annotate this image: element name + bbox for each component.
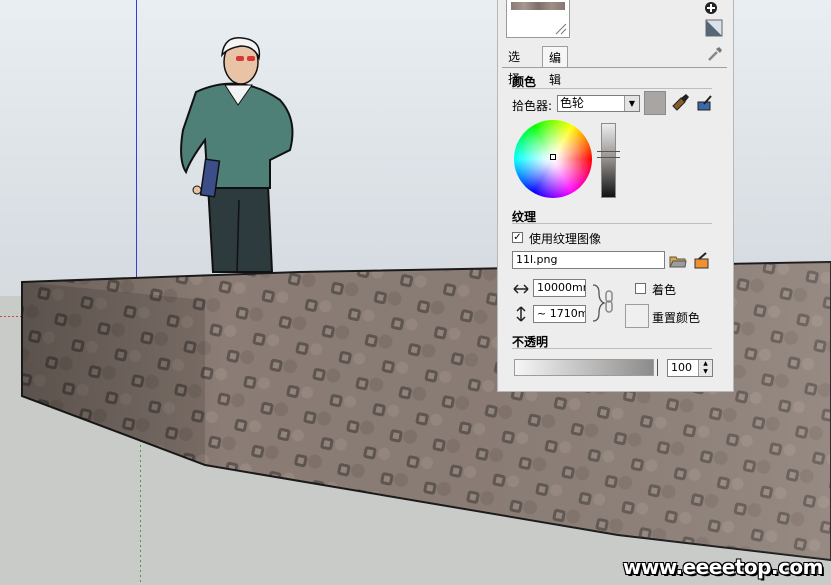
tab-divider xyxy=(502,67,727,68)
height-arrows-icon xyxy=(516,306,526,322)
spin-up-icon[interactable]: ▲ xyxy=(698,360,712,368)
colorize-checkbox[interactable] xyxy=(635,283,646,294)
colorize-label: 着色 xyxy=(652,283,677,297)
create-material-icon[interactable] xyxy=(703,0,721,18)
material-preview-swatch xyxy=(506,0,570,38)
picker-label: 拾色器: xyxy=(512,99,553,113)
section-divider xyxy=(512,223,712,224)
picker-select[interactable]: 色轮 ▼ xyxy=(557,95,640,112)
link-icon[interactable] xyxy=(590,283,618,323)
section-divider xyxy=(512,348,712,349)
texture-width-input[interactable]: 10000mm xyxy=(533,279,586,297)
color-wheel-marker[interactable] xyxy=(550,154,556,160)
materials-panel: 选择 编辑 颜色 拾色器: 色轮 ▼ 纹理 ✓ 使用纹理图像 11l.png 1… xyxy=(497,0,734,392)
width-arrows-icon xyxy=(513,284,529,294)
section-divider xyxy=(512,88,712,89)
tab-edit[interactable]: 编辑 xyxy=(542,46,569,87)
use-texture-checkbox[interactable]: ✓ xyxy=(512,232,523,243)
brightness-slider[interactable] xyxy=(601,123,616,198)
browse-folder-icon[interactable] xyxy=(669,252,687,270)
eyedropper-icon[interactable] xyxy=(706,45,724,63)
sample-paint-icon[interactable] xyxy=(671,94,689,112)
watermark-text: www.eeeetop.com xyxy=(622,555,824,579)
resize-grip-icon xyxy=(555,23,567,35)
opacity-slider[interactable] xyxy=(514,359,654,376)
chevron-down-icon: ▼ xyxy=(624,96,639,111)
texture-height-input[interactable]: ~ 1710mm xyxy=(533,305,586,323)
picker-select-value: 色轮 xyxy=(560,96,585,110)
reset-color-label: 重置颜色 xyxy=(652,311,701,325)
use-texture-label: 使用纹理图像 xyxy=(529,232,602,246)
opacity-slider-handle[interactable] xyxy=(657,359,661,376)
tab-select[interactable]: 选择 xyxy=(502,46,526,86)
texture-file-input[interactable]: 11l.png xyxy=(512,251,665,269)
match-screen-color-icon[interactable] xyxy=(696,94,714,112)
default-material-icon[interactable] xyxy=(705,19,723,37)
brightness-slider-handle[interactable] xyxy=(597,151,620,158)
opacity-value: 100 xyxy=(671,361,692,374)
current-color-swatch[interactable] xyxy=(644,91,666,115)
spin-down-icon[interactable]: ▼ xyxy=(698,368,712,376)
opacity-input[interactable]: 100 ▲ ▼ xyxy=(667,359,713,377)
reset-color-swatch[interactable] xyxy=(625,304,649,328)
edit-texture-icon[interactable] xyxy=(693,252,711,270)
person-figure xyxy=(180,37,294,273)
